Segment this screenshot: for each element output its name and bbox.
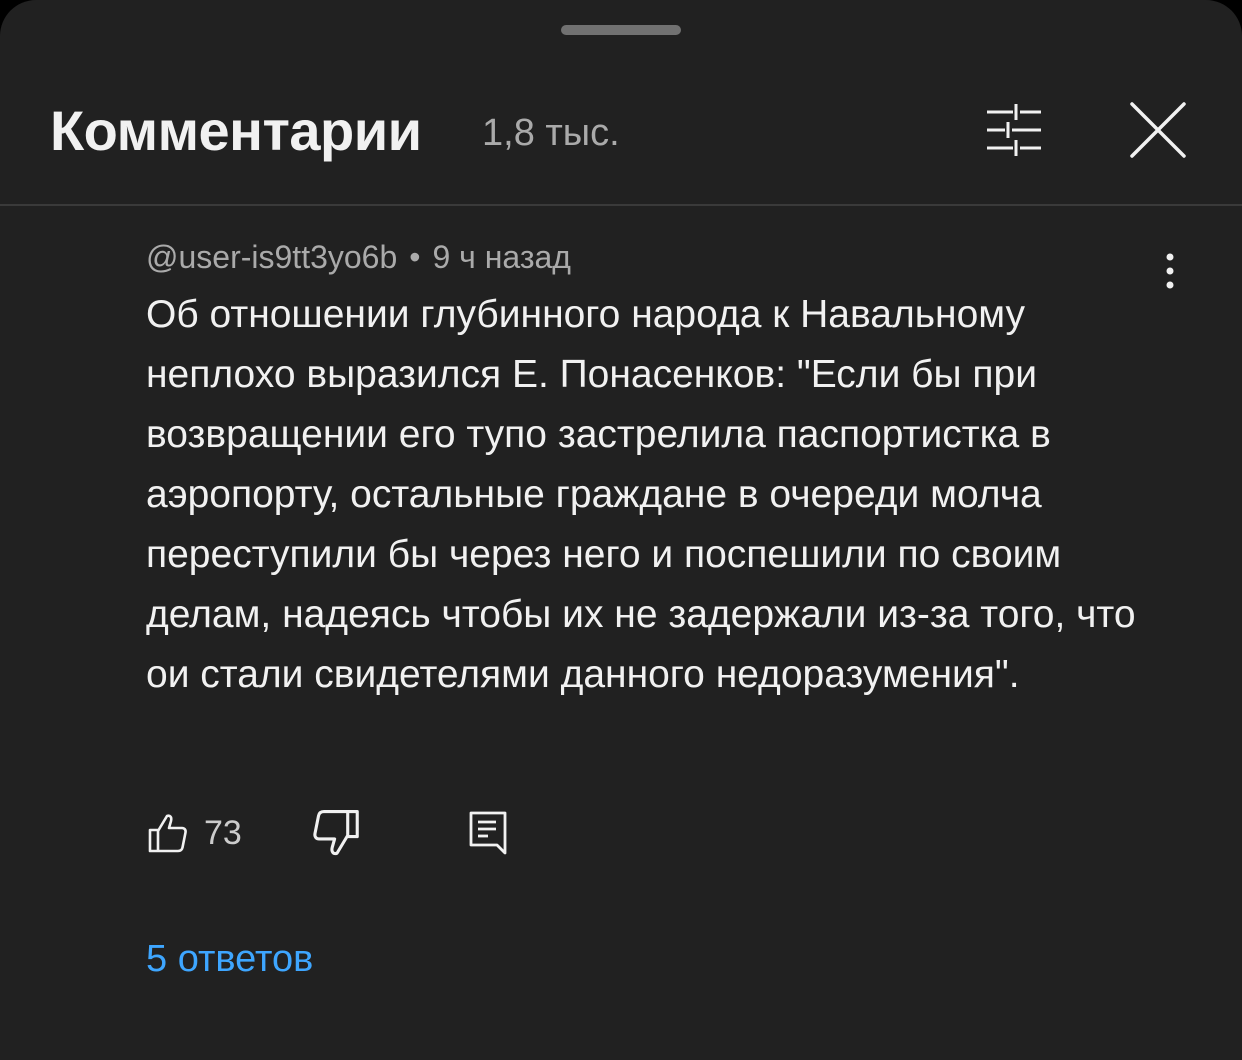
sliders-icon	[987, 104, 1041, 156]
close-button[interactable]	[1120, 92, 1196, 168]
sort-filter-button[interactable]	[976, 92, 1052, 168]
dislike-button[interactable]	[312, 808, 362, 858]
comments-title: Комментарии	[50, 99, 422, 162]
thumbs-up-icon	[148, 814, 187, 853]
comment-author[interactable]: @user-is9tt3yo6b	[146, 239, 397, 275]
like-button[interactable]: 73	[146, 808, 242, 858]
meta-separator: •	[409, 239, 421, 275]
close-icon	[1130, 102, 1186, 158]
comment-more-button[interactable]	[1150, 246, 1190, 296]
header-divider	[0, 204, 1242, 206]
thumbs-down-icon	[313, 810, 359, 856]
more-vertical-icon	[1166, 253, 1174, 289]
like-count: 73	[204, 813, 242, 852]
comment-meta: @user-is9tt3yo6b • 9 ч назад	[146, 236, 571, 278]
reply-icon	[469, 811, 507, 855]
comment-text: Об отношении глубинного народа к Навальн…	[146, 293, 1136, 696]
comments-sheet: Комментарии 1,8 тыс. @user-is9tt3yo6b • …	[0, 0, 1242, 1060]
reply-button[interactable]	[464, 808, 514, 858]
comments-count: 1,8 тыс.	[482, 112, 620, 154]
view-replies-link[interactable]: 5 ответов	[146, 934, 313, 984]
drag-handle[interactable]	[561, 25, 681, 35]
comment-time: 9 ч назад	[432, 239, 571, 275]
